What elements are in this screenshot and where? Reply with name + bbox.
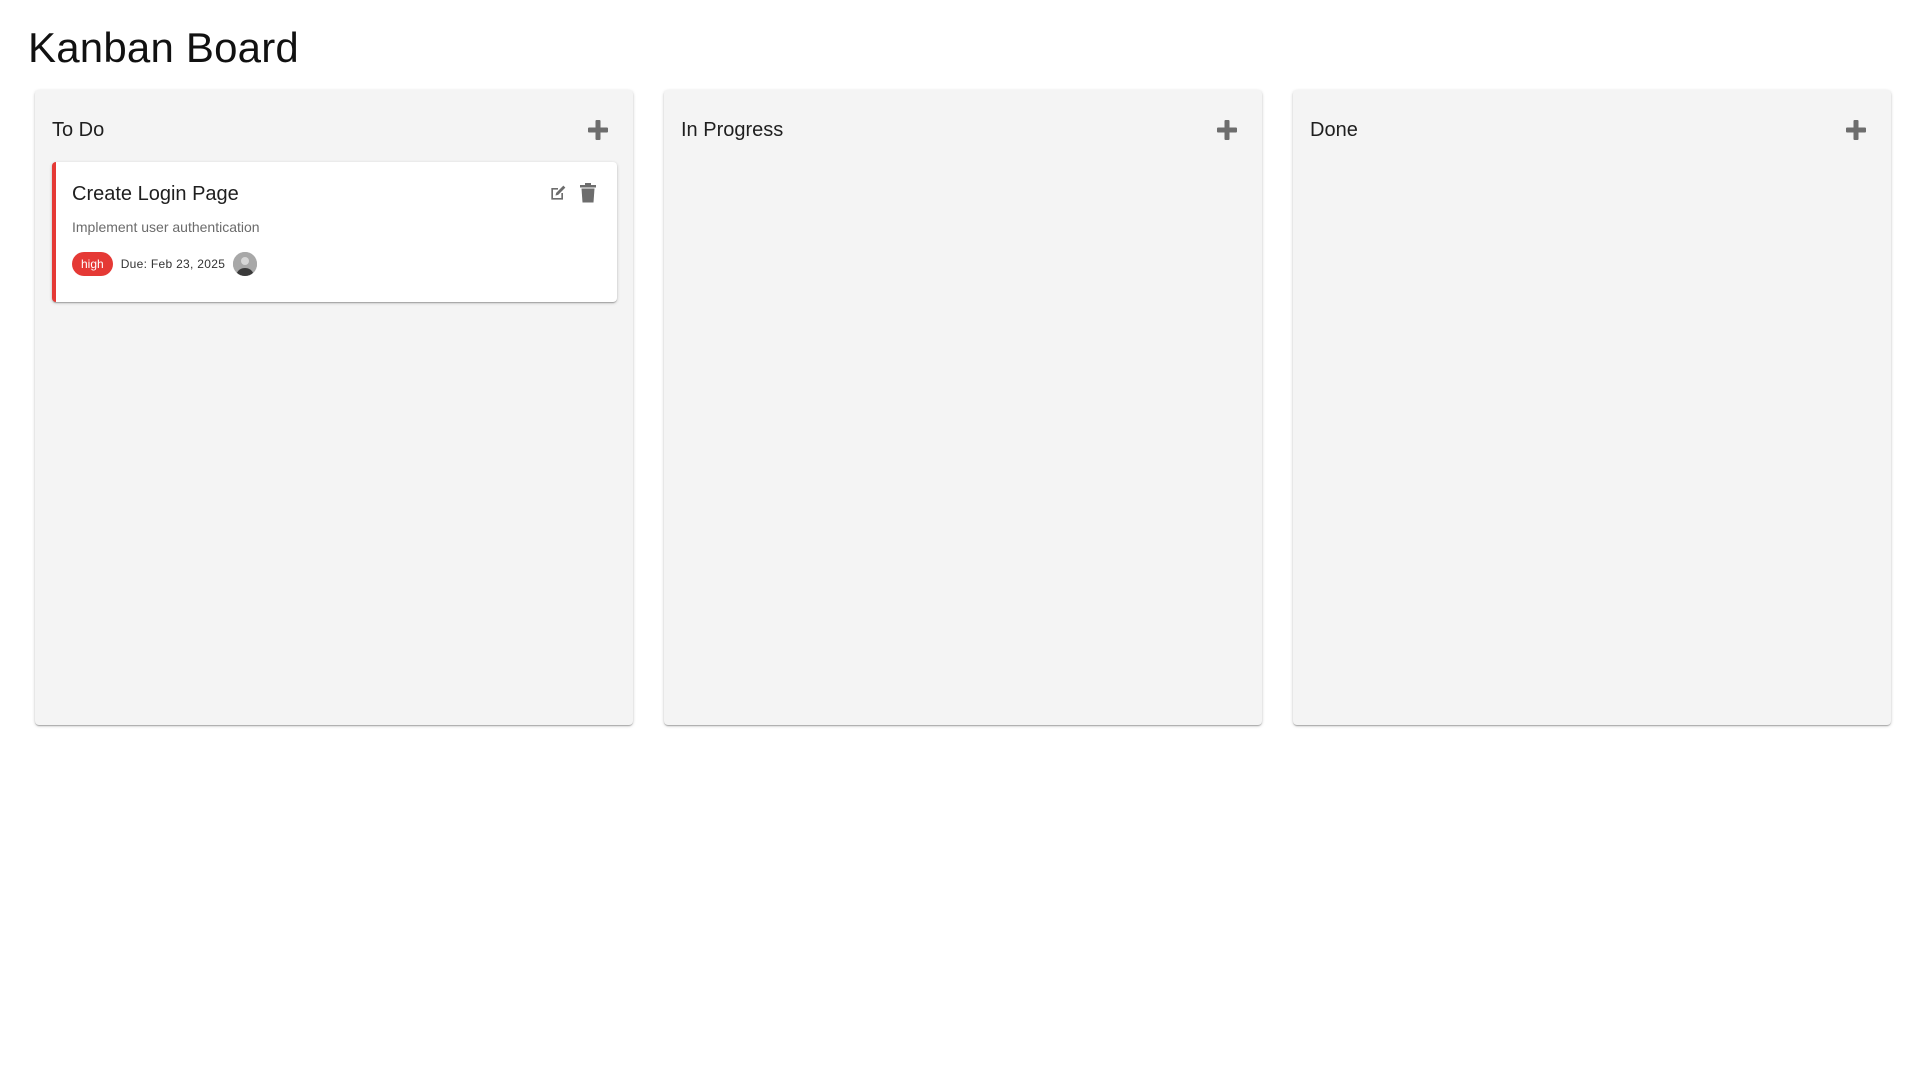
kanban-board: To Do Create Login Page Implement user a… — [35, 90, 1891, 725]
card-list: Create Login Page Implement user authent… — [52, 162, 617, 302]
edit-button[interactable] — [547, 182, 569, 204]
column-title: To Do — [52, 118, 105, 141]
trash-icon — [580, 183, 596, 203]
priority-badge: high — [72, 252, 113, 276]
due-date: Due: Feb 23, 2025 — [120, 257, 226, 271]
user-avatar-icon — [233, 252, 258, 276]
card-meta: high Due: Feb 23, 2025 — [72, 252, 601, 276]
add-card-button[interactable] — [1838, 112, 1874, 148]
card-description: Implement user authentication — [72, 219, 260, 235]
card-actions — [547, 182, 599, 204]
add-card-button[interactable] — [580, 112, 616, 148]
page-title: Kanban Board — [28, 24, 299, 71]
column-done: Done — [1293, 90, 1891, 725]
edit-icon — [551, 185, 566, 200]
add-card-button[interactable] — [1209, 112, 1245, 148]
column-title: In Progress — [681, 118, 784, 141]
plus-icon — [1846, 120, 1866, 140]
avatar — [233, 252, 258, 276]
column-todo: To Do Create Login Page Implement user a… — [35, 90, 633, 725]
column-in-progress: In Progress — [664, 90, 1262, 725]
card-title: Create Login Page — [72, 183, 239, 205]
column-header: In Progress — [681, 112, 1245, 148]
delete-button[interactable] — [577, 182, 599, 204]
column-header: Done — [1310, 112, 1874, 148]
column-header: To Do — [52, 112, 616, 148]
plus-icon — [588, 120, 608, 140]
plus-icon — [1217, 120, 1237, 140]
task-card[interactable]: Create Login Page Implement user authent… — [52, 162, 617, 302]
column-title: Done — [1310, 118, 1358, 141]
